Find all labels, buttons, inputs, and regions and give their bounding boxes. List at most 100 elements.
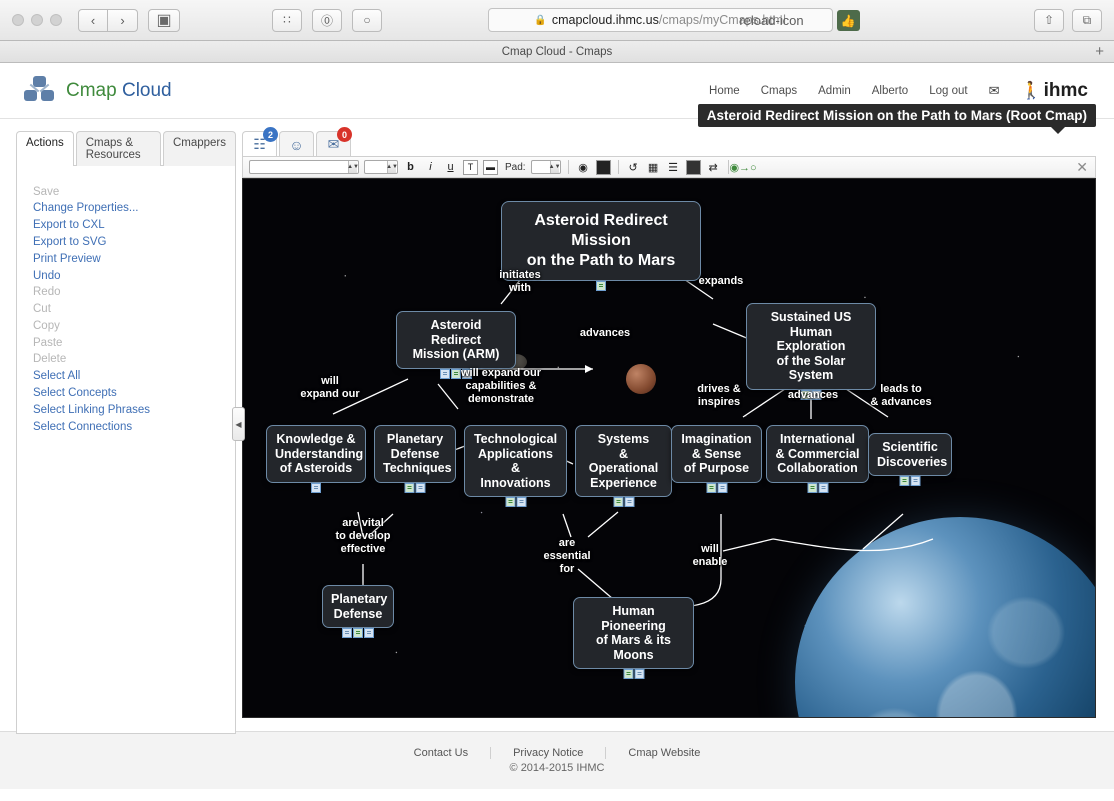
node-resource-icons[interactable] bbox=[342, 628, 374, 638]
reload-icon[interactable]: reload-icon bbox=[739, 13, 803, 28]
shape-icon[interactable]: ◉ bbox=[576, 160, 591, 175]
concept-node-arm[interactable]: Asteroid Redirect Mission (ARM) bbox=[396, 311, 516, 379]
sidebar-collapse-handle[interactable]: ◀ bbox=[232, 407, 245, 441]
action-select-connections[interactable]: Select Connections bbox=[33, 419, 235, 436]
tab-cmappers[interactable]: Cmappers bbox=[162, 131, 236, 166]
action-export-svg[interactable]: Export to SVG bbox=[33, 234, 235, 251]
tab-cmaps-resources[interactable]: Cmaps & Resources bbox=[75, 131, 161, 166]
node-resource-icons[interactable] bbox=[404, 482, 426, 493]
nav-item-logout[interactable]: Log out bbox=[929, 85, 967, 97]
node-resource-icons[interactable] bbox=[311, 482, 321, 493]
concept-node-international-collaboration[interactable]: International & Commercial Collaboration bbox=[766, 425, 869, 493]
action-export-cxl[interactable]: Export to CXL bbox=[33, 218, 235, 235]
node-resource-icons[interactable] bbox=[596, 281, 606, 291]
app-logo[interactable]: Cmap Cloud bbox=[24, 75, 172, 106]
share-icon[interactable]: ⇧ bbox=[1033, 8, 1064, 32]
arrow-style-icon[interactable]: ↺ bbox=[626, 160, 641, 175]
window-traffic-lights[interactable] bbox=[12, 14, 62, 26]
grid-icon[interactable]: ∷ bbox=[272, 8, 302, 32]
tabs-overview-icon[interactable]: ⧉ bbox=[1071, 8, 1102, 32]
concept-node-planetary-defense[interactable]: Planetary Defense bbox=[322, 585, 394, 638]
concept-node-human-pioneering-mars[interactable]: Human Pioneering of Mars & its Moons bbox=[573, 597, 694, 679]
link-label-drives-inspires[interactable]: drives & inspires bbox=[683, 383, 755, 409]
new-tab-button[interactable]: + bbox=[1095, 43, 1104, 60]
concept-node-systems-operational[interactable]: Systems & Operational Experience bbox=[575, 425, 672, 507]
footer-link-cmap-website[interactable]: Cmap Website bbox=[605, 747, 722, 759]
link-label-expands[interactable]: expands bbox=[681, 275, 761, 288]
action-print-preview[interactable]: Print Preview bbox=[33, 251, 235, 268]
extension-icon[interactable]: 👍 bbox=[836, 10, 860, 31]
action-change-properties[interactable]: Change Properties... bbox=[33, 201, 235, 218]
browser-tab-title[interactable]: Cmap Cloud - Cmaps bbox=[502, 46, 613, 58]
main-content: Actions Cmaps & Resources Cmappers Save … bbox=[0, 104, 1114, 734]
node-resource-icons[interactable] bbox=[505, 497, 526, 507]
node-resource-icons[interactable] bbox=[807, 482, 828, 493]
close-window-button[interactable] bbox=[12, 14, 24, 26]
spacing-icon[interactable]: ⇄ bbox=[706, 160, 721, 175]
link-label-are-essential-for[interactable]: are essential for bbox=[531, 537, 603, 576]
minimize-window-button[interactable] bbox=[31, 14, 43, 26]
node-style-icon[interactable] bbox=[685, 159, 701, 175]
sidebar-toggle-button[interactable]: ▣ bbox=[148, 8, 180, 32]
editor-tab-cmap[interactable]: ☷ 2 bbox=[242, 127, 278, 157]
link-label-will-expand-capabilities[interactable]: will expand our capabilities & demonstrate bbox=[451, 367, 551, 406]
bold-button[interactable]: b bbox=[403, 160, 418, 175]
node-resource-icons[interactable] bbox=[899, 476, 921, 486]
link-label-initiates-with[interactable]: initiates with bbox=[485, 269, 555, 295]
link-label-advances-2[interactable]: advances bbox=[773, 389, 853, 402]
forward-button[interactable]: › bbox=[108, 8, 138, 32]
nav-item-home[interactable]: Home bbox=[709, 85, 740, 97]
nav-item-user[interactable]: Alberto bbox=[872, 85, 908, 97]
background-icon[interactable] bbox=[595, 159, 611, 175]
align-icon[interactable]: ☰ bbox=[666, 160, 681, 175]
back-button[interactable]: ‹ bbox=[78, 8, 108, 32]
font-family-select[interactable]: ▲▼ bbox=[249, 160, 359, 174]
concept-node-scientific-discoveries[interactable]: Scientific Discoveries bbox=[868, 433, 952, 486]
action-select-linking-phrases[interactable]: Select Linking Phrases bbox=[33, 402, 235, 419]
maximize-window-button[interactable] bbox=[50, 14, 62, 26]
privacy-icon[interactable]: ○ bbox=[352, 8, 382, 32]
text-color-icon[interactable]: T bbox=[463, 159, 478, 175]
concept-node-sustained-exploration[interactable]: Sustained US Human Exploration of the Sola… bbox=[746, 303, 876, 400]
link-label-will-enable[interactable]: will enable bbox=[683, 543, 737, 569]
link-label-advances-main[interactable]: advances bbox=[565, 327, 645, 340]
nav-item-cmaps[interactable]: Cmaps bbox=[761, 85, 797, 97]
font-size-select[interactable]: ▲▼ bbox=[364, 160, 398, 174]
node-label: Knowledge & Understanding of Asteroids bbox=[275, 432, 364, 475]
nav-item-admin[interactable]: Admin bbox=[818, 85, 851, 97]
tab-actions[interactable]: Actions bbox=[16, 131, 74, 166]
cmap-editor: ☷ 2 ☺ ✉ 0 ▲▼ ▲▼ b i u T ▬ Pad: ▲▼ ◉ ↺ ▦ … bbox=[236, 104, 1114, 731]
reader-icon[interactable]: ⓪ bbox=[312, 8, 342, 32]
layout-grid-icon[interactable]: ▦ bbox=[646, 160, 661, 175]
link-label-will-expand-our[interactable]: will expand our bbox=[285, 375, 375, 401]
concept-node-technological-applications[interactable]: Technological Applications & Innovations bbox=[464, 425, 567, 507]
node-label: Asteroid Redirect Mission on the Path to … bbox=[526, 212, 676, 269]
node-resource-icons[interactable] bbox=[706, 482, 727, 493]
mail-icon[interactable]: ✉ bbox=[989, 83, 1000, 99]
ihmc-logo[interactable]: 🚶 ihmc bbox=[1020, 80, 1088, 102]
concept-node-knowledge-asteroids[interactable]: Knowledge & Understanding of Asteroids bbox=[266, 425, 366, 493]
autolayout-icon[interactable]: ◉→○ bbox=[729, 160, 756, 175]
action-undo[interactable]: Undo bbox=[33, 268, 235, 285]
nav-buttons[interactable]: ‹ › bbox=[78, 8, 138, 32]
fill-color-icon[interactable]: ▬ bbox=[483, 159, 498, 175]
editor-tab-messages[interactable]: ✉ 0 bbox=[316, 127, 352, 157]
pad-select[interactable]: ▲▼ bbox=[530, 160, 561, 174]
underline-button[interactable]: u bbox=[443, 160, 458, 175]
node-resource-icons[interactable] bbox=[613, 497, 634, 507]
link-label-leads-to-advances[interactable]: leads to & advances bbox=[858, 383, 944, 409]
url-bar[interactable]: 🔒 cmapcloud.ihmc.us/cmaps/myCmaps.html r… bbox=[487, 8, 860, 32]
link-label-are-vital[interactable]: are vital to develop effective bbox=[321, 517, 405, 556]
node-resource-icons[interactable] bbox=[623, 669, 644, 679]
action-select-all[interactable]: Select All bbox=[33, 369, 235, 386]
node-label: Asteroid Redirect Mission (ARM) bbox=[412, 318, 500, 361]
cmap-canvas[interactable]: Asteroid Redirect Mission on the Path to … bbox=[242, 178, 1096, 718]
footer-link-privacy-notice[interactable]: Privacy Notice bbox=[490, 747, 605, 759]
italic-button[interactable]: i bbox=[423, 160, 438, 175]
footer-link-contact-us[interactable]: Contact Us bbox=[392, 747, 490, 759]
editor-tab-people[interactable]: ☺ bbox=[279, 131, 314, 157]
concept-node-planetary-defense-techniques[interactable]: Planetary Defense Techniques bbox=[374, 425, 456, 493]
action-select-concepts[interactable]: Select Concepts bbox=[33, 385, 235, 402]
close-icon[interactable]: ✕ bbox=[1076, 159, 1088, 176]
concept-node-imagination-purpose[interactable]: Imagination & Sense of Purpose bbox=[671, 425, 762, 493]
